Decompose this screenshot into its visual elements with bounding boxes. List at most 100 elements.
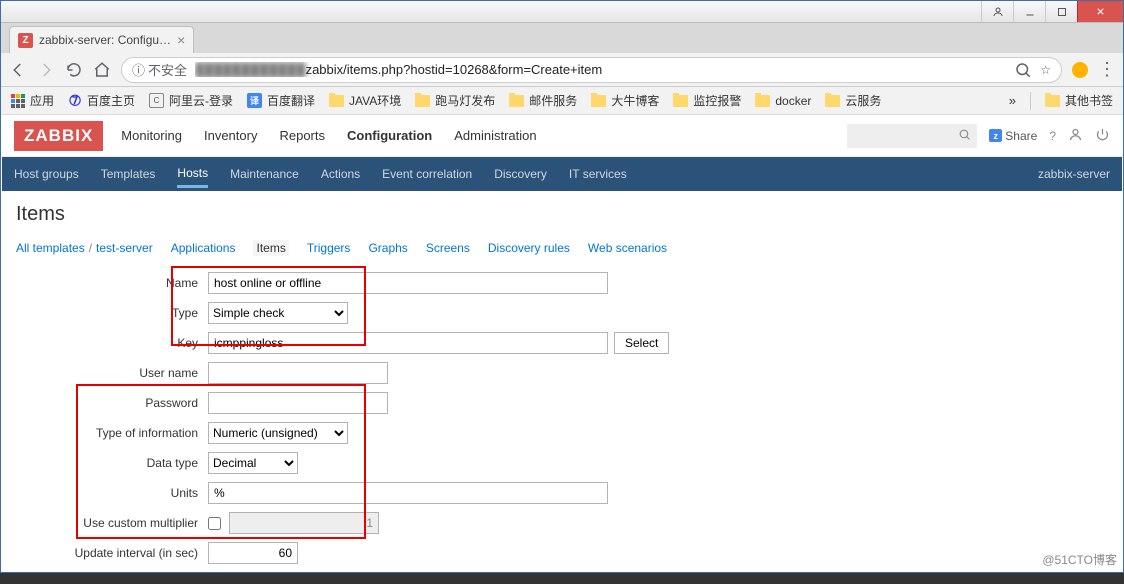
translate-icon: 译: [247, 93, 262, 108]
os-maximize-button[interactable]: [1045, 1, 1077, 22]
folder-icon: [825, 95, 840, 107]
row-name: Name: [16, 272, 1108, 294]
zabbix-content: Items All templates / test-server Applic…: [2, 191, 1122, 584]
input-units[interactable]: [208, 482, 608, 504]
row-type: Type Simple check: [16, 302, 1108, 324]
select-type[interactable]: Simple check: [208, 302, 348, 324]
logout-icon[interactable]: [1095, 127, 1110, 145]
bookmark-folder[interactable]: 大牛博客: [591, 92, 659, 109]
label-password: Password: [16, 396, 208, 410]
nav-inventory[interactable]: Inventory: [204, 118, 257, 153]
input-name[interactable]: [208, 272, 608, 294]
nav-reload-icon[interactable]: [65, 61, 83, 79]
select-key-button[interactable]: Select: [614, 332, 669, 354]
bc-discovery[interactable]: Discovery rules: [488, 241, 570, 255]
url-text: ████████████zabbix/items.php?hostid=1026…: [195, 62, 1006, 77]
bc-all-templates[interactable]: All templates: [16, 241, 85, 255]
nav-back-icon[interactable]: [9, 61, 27, 79]
label-typeinfo: Type of information: [16, 426, 208, 440]
bookmark-item[interactable]: 译百度翻译: [247, 92, 315, 109]
folder-icon: [415, 95, 430, 107]
bookmark-folder[interactable]: 邮件服务: [509, 92, 577, 109]
label-username: User name: [16, 366, 208, 380]
subnav-hosts[interactable]: Hosts: [177, 161, 208, 188]
select-datatype[interactable]: Decimal: [208, 452, 298, 474]
url-input[interactable]: ⓘ 不安全 ████████████zabbix/items.php?hosti…: [121, 57, 1062, 83]
subnav-event-correlation[interactable]: Event correlation: [382, 162, 472, 186]
bookmark-folder[interactable]: 跑马灯发布: [415, 92, 495, 109]
subnav-host-groups[interactable]: Host groups: [14, 162, 79, 186]
browser-address-bar: ⓘ 不安全 ████████████zabbix/items.php?hosti…: [1, 53, 1123, 87]
tab-favicon-icon: Z: [18, 33, 33, 48]
zabbix-logo[interactable]: ZABBIX: [14, 121, 103, 151]
bookmark-apps-label: 应用: [30, 92, 54, 109]
bookmark-folder[interactable]: 监控报警: [673, 92, 741, 109]
bookmark-other[interactable]: 其他书签: [1045, 92, 1113, 109]
bookmark-folder[interactable]: JAVA环境: [329, 92, 401, 109]
bc-web[interactable]: Web scenarios: [588, 241, 667, 255]
nav-monitoring[interactable]: Monitoring: [121, 118, 182, 153]
baidu-icon: ➆: [68, 94, 82, 108]
nav-home-icon[interactable]: [93, 61, 111, 79]
label-type: Type: [16, 306, 208, 320]
bc-test-server[interactable]: test-server: [96, 241, 153, 255]
item-form: Name Type Simple check Key Select User n…: [16, 272, 1108, 564]
bookmark-star-icon[interactable]: ☆: [1040, 63, 1051, 77]
user-icon[interactable]: [1068, 127, 1083, 145]
bookmark-label: 其他书签: [1065, 92, 1113, 109]
bookmark-label: JAVA环境: [349, 92, 401, 109]
nav-administration[interactable]: Administration: [454, 118, 536, 153]
subnav-templates[interactable]: Templates: [101, 162, 156, 186]
share-link[interactable]: zShare: [989, 129, 1037, 143]
site-info-icon[interactable]: ⓘ 不安全: [132, 60, 187, 79]
folder-icon: [673, 95, 688, 107]
subnav-it-services[interactable]: IT services: [569, 162, 627, 186]
help-icon[interactable]: ?: [1049, 129, 1056, 143]
share-icon: z: [989, 129, 1002, 142]
zabbix-topbar: ZABBIX Monitoring Inventory Reports Conf…: [2, 115, 1122, 157]
row-key: Key Select: [16, 332, 1108, 354]
input-username[interactable]: [208, 362, 388, 384]
bookmark-item[interactable]: C 阿里云-登录: [149, 92, 233, 109]
checkbox-multiplier[interactable]: [208, 517, 221, 530]
select-typeinfo[interactable]: Numeric (unsigned): [208, 422, 348, 444]
folder-icon: [329, 95, 344, 107]
search-icon[interactable]: [958, 128, 971, 144]
bc-applications[interactable]: Applications: [171, 241, 236, 255]
search-icon[interactable]: [1014, 61, 1032, 79]
bookmark-label: 跑马灯发布: [435, 92, 495, 109]
browser-menu-icon[interactable]: ⋮: [1098, 59, 1115, 80]
folder-icon: [755, 95, 770, 107]
browser-tab-active[interactable]: Z zabbix-server: Configu… ×: [9, 26, 194, 53]
subnav-actions[interactable]: Actions: [321, 162, 360, 186]
tab-close-icon[interactable]: ×: [177, 32, 185, 48]
nav-configuration[interactable]: Configuration: [347, 118, 432, 153]
extension-icon[interactable]: [1072, 62, 1088, 78]
subnav-discovery[interactable]: Discovery: [494, 162, 547, 186]
aliyun-icon: C: [149, 93, 164, 108]
input-interval[interactable]: [208, 542, 298, 564]
separator: [1030, 92, 1031, 110]
bc-graphs[interactable]: Graphs: [368, 241, 407, 255]
bc-screens[interactable]: Screens: [426, 241, 470, 255]
os-avatar-button[interactable]: [981, 1, 1013, 22]
bookmark-item[interactable]: ➆百度主页: [68, 92, 135, 109]
bookmark-apps[interactable]: 应用: [11, 92, 54, 109]
os-close-button[interactable]: [1077, 1, 1123, 22]
browser-tabstrip: Z zabbix-server: Configu… ×: [1, 23, 1123, 53]
bookmark-folder[interactable]: docker: [755, 94, 811, 108]
label-multiplier: Use custom multiplier: [16, 516, 208, 530]
input-password[interactable]: [208, 392, 388, 414]
folder-icon: [1045, 95, 1060, 107]
nav-reports[interactable]: Reports: [279, 118, 325, 153]
bookmark-label: 云服务: [845, 92, 881, 109]
bc-sep: /: [89, 241, 92, 255]
input-key[interactable]: [208, 332, 608, 354]
bookmark-label: 阿里云-登录: [169, 92, 233, 109]
subnav-maintenance[interactable]: Maintenance: [230, 162, 299, 186]
bookmarks-overflow-icon[interactable]: »: [1009, 93, 1016, 108]
bc-triggers[interactable]: Triggers: [307, 241, 351, 255]
bookmark-label: 百度翻译: [267, 92, 315, 109]
bookmark-folder[interactable]: 云服务: [825, 92, 881, 109]
os-minimize-button[interactable]: [1013, 1, 1045, 22]
